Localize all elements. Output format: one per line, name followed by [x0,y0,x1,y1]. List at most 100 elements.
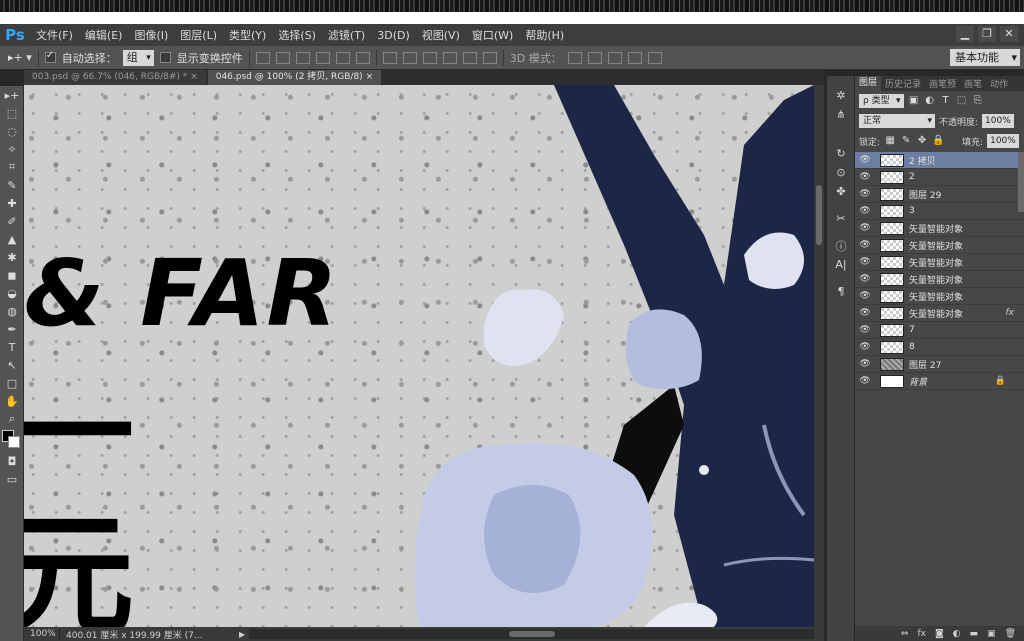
lock-transparent-icon[interactable]: ▦ [884,135,896,147]
visibility-eye-icon[interactable]: 👁 [855,223,875,233]
marquee-tool-icon[interactable]: ⬚ [0,104,24,122]
layer-row[interactable]: 👁 8 [855,339,1024,356]
adjustments-icon[interactable]: ✲ [827,86,855,105]
filter-type-icon[interactable]: T [940,95,952,107]
menu-help[interactable]: 帮助(H) [519,27,570,43]
paragraph-icon[interactable]: ¶ [827,282,855,301]
visibility-eye-icon[interactable]: 👁 [855,325,875,335]
zoom-tool-icon[interactable]: ⌕ [0,410,24,428]
lock-position-icon[interactable]: ✥ [916,135,928,147]
gradient-tool-icon[interactable]: ◒ [0,284,24,302]
workspace-dropdown[interactable]: 基本功能 [950,49,1020,66]
minimize-button[interactable]: ▁ [956,26,974,42]
align-vcenter-icon[interactable] [275,51,290,64]
3d-roll-icon[interactable] [587,51,602,64]
layers-scrollbar[interactable] [1018,152,1024,212]
tab-close-icon[interactable]: × [190,72,198,82]
crop-tool-icon[interactable]: ⌗ [0,158,24,176]
color-icon[interactable]: ⊙ [827,163,855,182]
align-left-icon[interactable] [315,51,330,64]
tab-003-psd[interactable]: 003.psd @ 66.7% (046, RGB/8#) * × [24,70,206,85]
layer-row[interactable]: 👁 矢量智能对象 [855,271,1024,288]
menu-window[interactable]: 窗口(W) [466,27,519,43]
filter-shape-icon[interactable]: ⬚ [956,95,968,107]
distribute-top-icon[interactable] [382,51,397,64]
layer-row[interactable]: 👁 矢量智能对象 [855,237,1024,254]
history-icon[interactable]: ↻ [827,144,855,163]
layer-row[interactable]: 👁 图层 29 [855,186,1024,203]
visibility-eye-icon[interactable]: 👁 [855,257,875,267]
visibility-eye-icon[interactable]: 👁 [855,172,875,182]
menu-image[interactable]: 图像(I) [128,27,174,43]
link-layers-icon[interactable]: ⇔ [901,629,909,639]
clone-stamp-tool-icon[interactable]: ▲ [0,230,24,248]
fill-input[interactable]: 100% [987,134,1019,148]
visibility-eye-icon[interactable]: 👁 [855,291,875,301]
align-hcenter-icon[interactable] [335,51,350,64]
histogram-icon[interactable]: ⋔ [827,105,855,124]
auto-select-checkbox[interactable] [44,50,56,63]
opacity-input[interactable]: 100% [982,114,1014,128]
healing-brush-tool-icon[interactable]: ✚ [0,194,24,212]
menu-view[interactable]: 视图(V) [416,27,466,43]
3d-rotate-icon[interactable] [567,51,582,64]
distribute-hcenter-icon[interactable] [462,51,477,64]
tab-actions[interactable]: 动作 [986,77,1012,90]
menu-edit[interactable]: 编辑(E) [79,27,129,43]
menu-type[interactable]: 类型(Y) [223,27,272,43]
info-icon[interactable]: ⓘ [827,236,855,255]
tab-history[interactable]: 历史记录 [881,77,925,90]
visibility-eye-icon[interactable]: 👁 [855,274,875,284]
tab-layers[interactable]: 图层 [855,76,882,91]
quick-mask-icon[interactable]: ◘ [0,452,24,470]
tab-brush[interactable]: 画笔 [960,77,986,90]
vertical-scroll-thumb[interactable] [816,185,822,245]
distribute-vcenter-icon[interactable] [402,51,417,64]
menu-3d[interactable]: 3D(D) [371,29,416,42]
menu-filter[interactable]: 滤镜(T) [322,27,371,43]
magic-wand-tool-icon[interactable]: ✧ [0,140,24,158]
new-group-icon[interactable]: ▬ [970,629,979,639]
visibility-eye-icon[interactable]: 👁 [855,376,875,386]
layer-row[interactable]: 👁 矢量智能对象 [855,254,1024,271]
delete-layer-icon[interactable]: 🗑 [1005,629,1016,639]
vertical-scrollbar[interactable] [814,85,824,627]
show-transform-checkbox[interactable] [159,52,171,63]
layer-kind-filter[interactable]: ρ 类型 [859,94,904,108]
3d-scale-icon[interactable] [647,51,662,64]
align-right-icon[interactable] [355,51,370,64]
brush-tool-icon[interactable]: ✐ [0,212,24,230]
visibility-eye-icon[interactable]: 👁 [855,189,875,199]
layer-row[interactable]: 👁 2 拷贝 [855,152,1024,169]
layer-row[interactable]: 👁 7 [855,322,1024,339]
canvas[interactable]: & FAR 一 元 [24,85,814,627]
move-tool-icon[interactable]: ▸+ [0,86,24,104]
path-selection-tool-icon[interactable]: ↖ [0,356,24,374]
blur-tool-icon[interactable]: ◍ [0,302,24,320]
blend-mode-dropdown[interactable]: 正常 [859,114,935,128]
eraser-tool-icon[interactable]: ◼ [0,266,24,284]
layer-row[interactable]: 👁 图层 27 [855,356,1024,373]
menu-file[interactable]: 文件(F) [30,27,79,43]
tab-046-psd[interactable]: 046.psd @ 100% (2 拷贝, RGB/8) × [207,70,382,85]
visibility-eye-icon[interactable]: 👁 [855,359,875,369]
lock-pixels-icon[interactable]: ✎ [900,135,912,147]
align-bottom-icon[interactable] [295,51,310,64]
visibility-eye-icon[interactable]: 👁 [855,342,875,352]
horizontal-scrollbar[interactable] [249,629,814,639]
close-button[interactable]: ✕ [1000,26,1018,42]
hand-tool-icon[interactable]: ✋ [0,392,24,410]
adjustment-layer-icon[interactable]: ◐ [953,629,961,639]
layer-row[interactable]: 👁 矢量智能对象 [855,220,1024,237]
eyedropper-tool-icon[interactable]: ✎ [0,176,24,194]
restore-button[interactable]: ❐ [978,26,996,42]
add-mask-icon[interactable]: ◙ [935,629,944,639]
layer-row[interactable]: 👁 2 [855,169,1024,186]
lasso-tool-icon[interactable]: ◌ [0,122,24,140]
auto-select-target-dropdown[interactable]: 组 [122,49,154,66]
pen-tool-icon[interactable]: ✒ [0,320,24,338]
add-style-icon[interactable]: fx [917,629,926,639]
3d-slide-icon[interactable] [627,51,642,64]
lock-all-icon[interactable]: 🔒 [932,135,944,147]
tab-close-icon[interactable]: × [366,72,374,82]
